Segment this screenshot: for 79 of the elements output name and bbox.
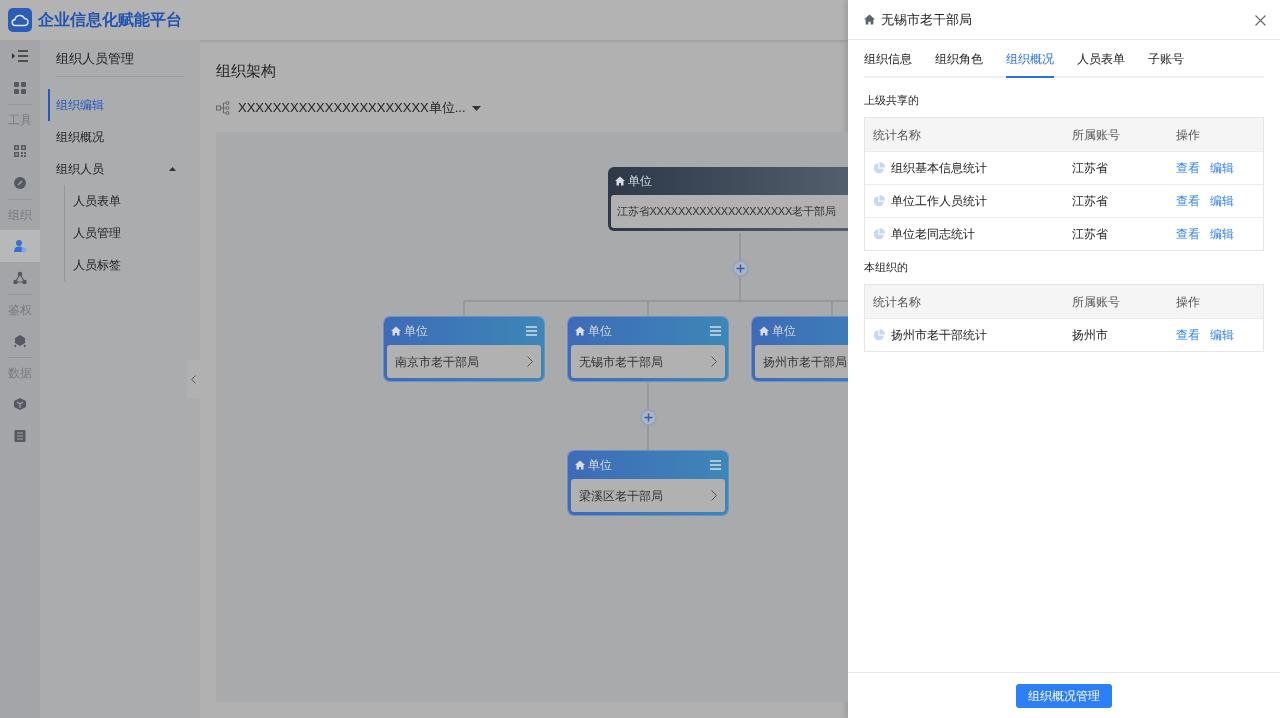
node-name: 南京市老干部局 — [395, 353, 479, 371]
chevron-right-icon — [527, 356, 533, 367]
node-name: 梁溪区老干部局 — [579, 487, 663, 505]
home-icon — [575, 326, 585, 336]
menu-item[interactable]: 组织概况 — [56, 121, 184, 153]
org-node[interactable]: 单位 无锡市老干部局 — [568, 317, 728, 381]
table-cell-text: 江苏省 — [1072, 226, 1109, 243]
column-header: 所属账号 — [1072, 126, 1121, 144]
home-icon — [391, 326, 401, 336]
organization-selector[interactable]: XXXXXXXXXXXXXXXXXXXXXX单位... — [238, 98, 481, 118]
tab[interactable]: 组织概况 — [1006, 50, 1054, 78]
menu-item[interactable]: 组织人员 — [56, 153, 184, 185]
add-node-button[interactable] — [731, 258, 749, 276]
column-header: 操作 — [1176, 293, 1201, 311]
chevron-right-icon — [711, 490, 717, 501]
menu-icon[interactable] — [526, 326, 537, 336]
table-cell-text: 江苏省 — [1072, 193, 1109, 210]
collapse-handle[interactable] — [187, 360, 200, 398]
caret-up-icon — [169, 167, 176, 171]
node-type: 单位 — [588, 457, 612, 474]
app-title: 企业信息化赋能平台 — [38, 10, 182, 30]
home-icon — [615, 176, 625, 186]
logo-icon — [8, 8, 32, 32]
action-link[interactable]: 查看 — [1176, 159, 1200, 177]
org-node[interactable]: 单位 南京市老干部局 — [384, 317, 544, 381]
menu-icon[interactable] — [710, 460, 721, 470]
manage-button[interactable]: 组织概况管理 — [1016, 683, 1112, 708]
tab[interactable]: 组织角色 — [935, 50, 983, 78]
table-cell-text: 单位工作人员统计 — [891, 193, 987, 210]
org-node[interactable]: 单位 扬州市老干部局 — [752, 317, 848, 381]
menu-item[interactable]: 人员标签 — [73, 249, 184, 281]
node-type: 单位 — [404, 323, 428, 340]
section-title: 本组织的 — [864, 260, 909, 276]
action-link[interactable]: 编辑 — [1210, 326, 1234, 344]
table-cell-text: 单位老同志统计 — [891, 226, 975, 243]
home-icon — [759, 326, 769, 336]
home-icon — [864, 14, 875, 25]
pie-chart-icon — [873, 195, 885, 207]
table-cell-text: 扬州市老干部统计 — [891, 327, 987, 344]
org-node[interactable]: 单位 梁溪区老干部局 — [568, 451, 728, 515]
menu-icon[interactable] — [710, 326, 721, 336]
table-cell-text: 江苏省 — [1072, 160, 1109, 177]
action-link[interactable]: 查看 — [1176, 225, 1200, 243]
caret-down-icon — [471, 105, 481, 111]
table-cell-text: 扬州市 — [1072, 327, 1109, 344]
action-link[interactable]: 查看 — [1176, 192, 1200, 210]
column-header: 所属账号 — [1072, 293, 1121, 311]
menu-item[interactable]: 人员表单 — [73, 185, 184, 217]
menu-item[interactable]: 人员管理 — [73, 217, 184, 249]
org-tree-icon — [216, 101, 232, 115]
pie-chart-icon — [873, 162, 885, 174]
action-link[interactable]: 查看 — [1176, 326, 1200, 344]
tab[interactable]: 人员表单 — [1077, 50, 1125, 78]
node-type: 单位 — [588, 323, 612, 340]
drawer-title: 无锡市老干部局 — [881, 10, 973, 29]
column-header: 操作 — [1176, 126, 1201, 144]
pie-chart-icon — [873, 228, 885, 240]
node-name: 无锡市老干部局 — [579, 353, 663, 371]
page-title: 组织架构 — [216, 60, 277, 81]
node-type: 单位 — [628, 173, 652, 190]
action-link[interactable]: 编辑 — [1210, 192, 1234, 210]
column-header: 统计名称 — [872, 293, 922, 311]
node-name: 江苏省XXXXXXXXXXXXXXXXXXXX老干部局 — [617, 204, 836, 220]
section-title: 上级共享的 — [864, 93, 920, 109]
org-node[interactable]: 单位 江苏省XXXXXXXXXXXXXXXXXXXX老干部局 — [608, 167, 848, 231]
node-name: 扬州市老干部局 — [763, 353, 847, 371]
add-node-button[interactable] — [639, 407, 657, 425]
user-icon[interactable] — [0, 230, 40, 262]
chevron-right-icon — [711, 356, 717, 367]
action-link[interactable]: 编辑 — [1210, 159, 1234, 177]
tab[interactable]: 组织信息 — [864, 50, 912, 78]
table-cell-text: 组织基本信息统计 — [891, 160, 987, 177]
panel-title: 组织人员管理 — [56, 41, 184, 77]
column-header: 统计名称 — [872, 126, 922, 144]
pie-chart-icon — [873, 329, 885, 341]
tab[interactable]: 子账号 — [1148, 50, 1184, 78]
home-icon — [575, 460, 585, 470]
action-link[interactable]: 编辑 — [1210, 225, 1234, 243]
node-type: 单位 — [772, 323, 796, 340]
